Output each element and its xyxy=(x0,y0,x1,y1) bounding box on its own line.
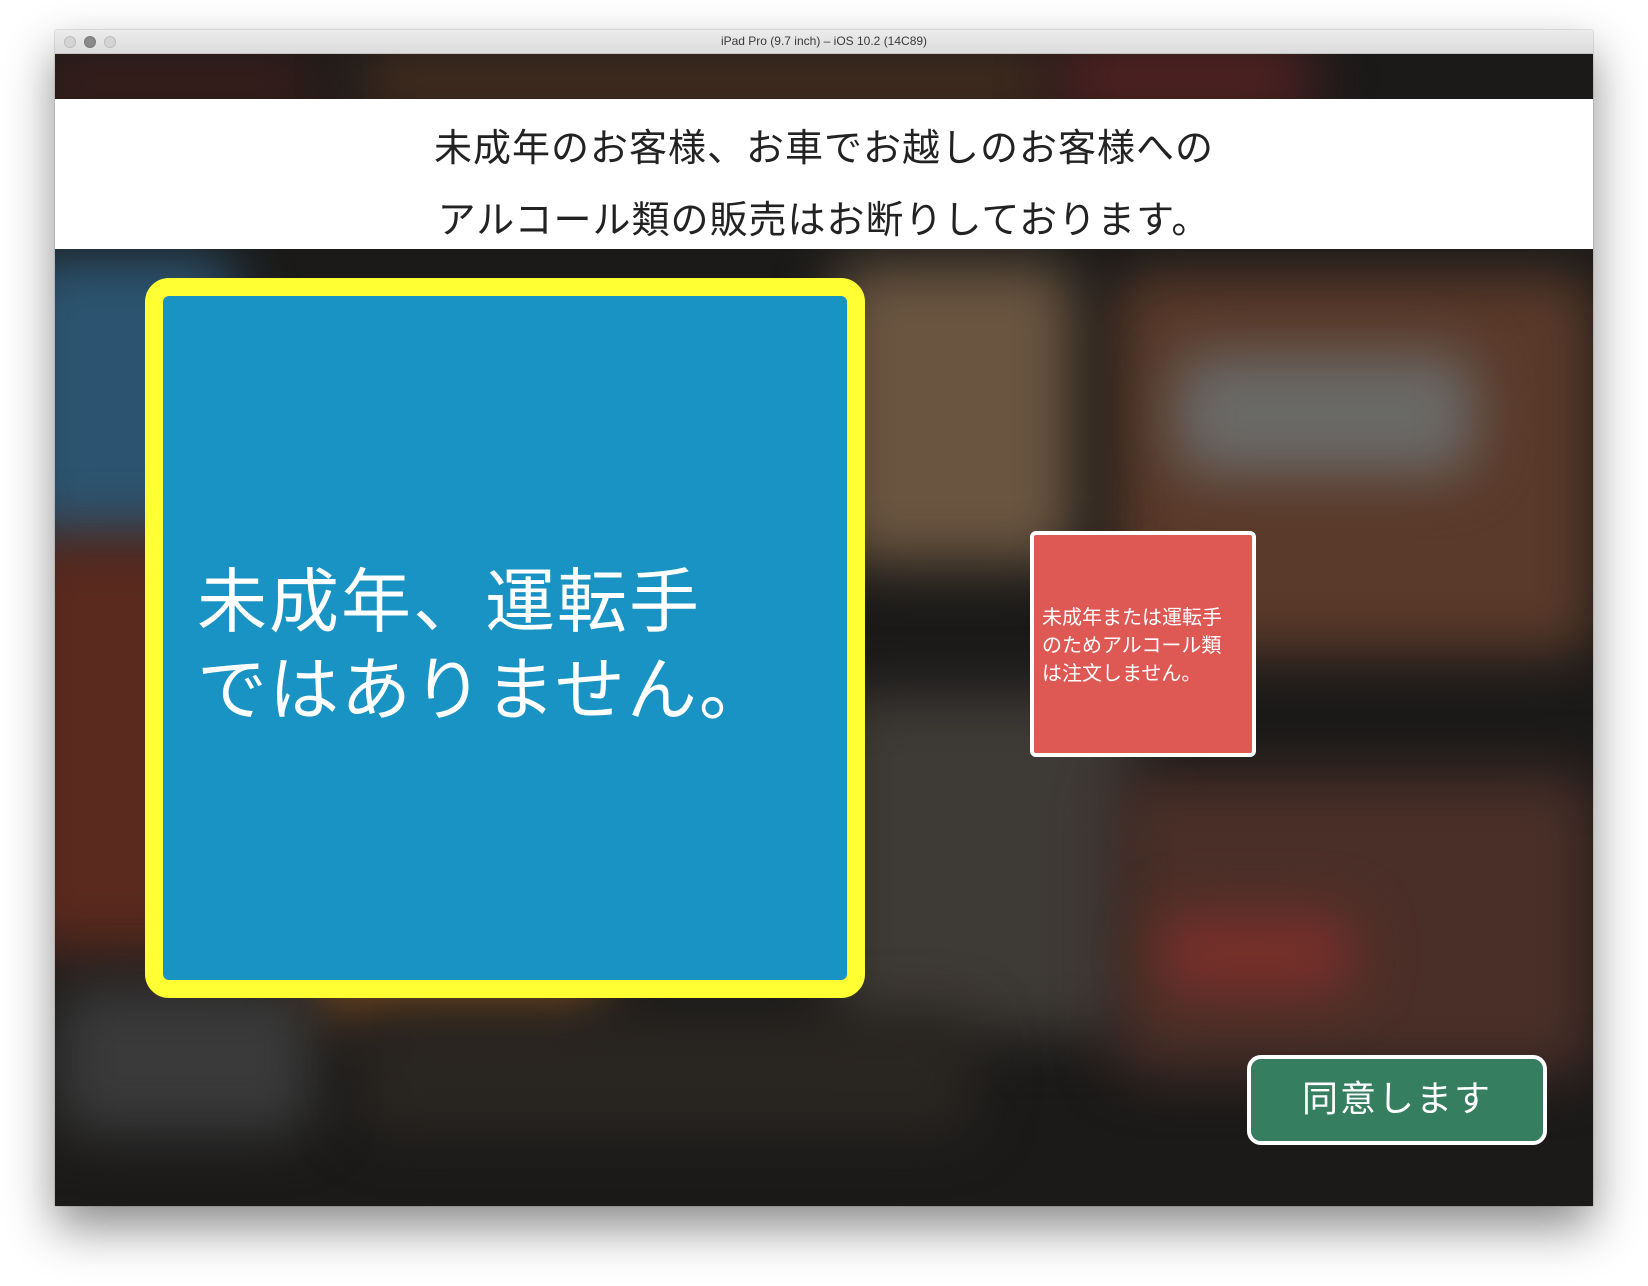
primary-option-line-2: ではありません。 xyxy=(197,649,771,731)
notice-line-2: アルコール類の販売はお断りしております。 xyxy=(437,198,1211,242)
alcohol-notice-banner: 未成年のお客様、お車でお越しのお客様への アルコール類の販売はお断りしております… xyxy=(55,99,1593,249)
simulator-window: iPad Pro (9.7 inch) – iOS 10.2 (14C89) 未… xyxy=(55,30,1593,1206)
secondary-option-line-3: は注文しません。 xyxy=(1042,661,1202,685)
notice-line-1: 未成年のお客様、お車でお越しのお客様への xyxy=(433,126,1214,170)
secondary-option-line-2: のためアルコール類 xyxy=(1042,633,1222,657)
secondary-option-line-1: 未成年または運転手 xyxy=(1042,605,1222,629)
device-screen: 未成年のお客様、お車でお越しのお客様への アルコール類の販売はお断りしております… xyxy=(55,54,1593,1206)
primary-option-line-1: 未成年、運転手 xyxy=(197,561,701,643)
minor-or-driver-option[interactable]: 未成年または運転手 のためアルコール類 は注文しません。 xyxy=(1030,531,1256,757)
not-minor-not-driver-option[interactable]: 未成年、運転手 ではありません。 xyxy=(145,278,865,998)
secondary-option-label: 未成年または運転手 のためアルコール類 は注文しません。 xyxy=(1042,603,1248,687)
window-titlebar: iPad Pro (9.7 inch) – iOS 10.2 (14C89) xyxy=(55,30,1593,54)
agree-button[interactable]: 同意します xyxy=(1247,1055,1547,1145)
primary-option-label: 未成年、運転手 ではありません。 xyxy=(197,558,817,734)
window-title: iPad Pro (9.7 inch) – iOS 10.2 (14C89) xyxy=(720,34,928,48)
